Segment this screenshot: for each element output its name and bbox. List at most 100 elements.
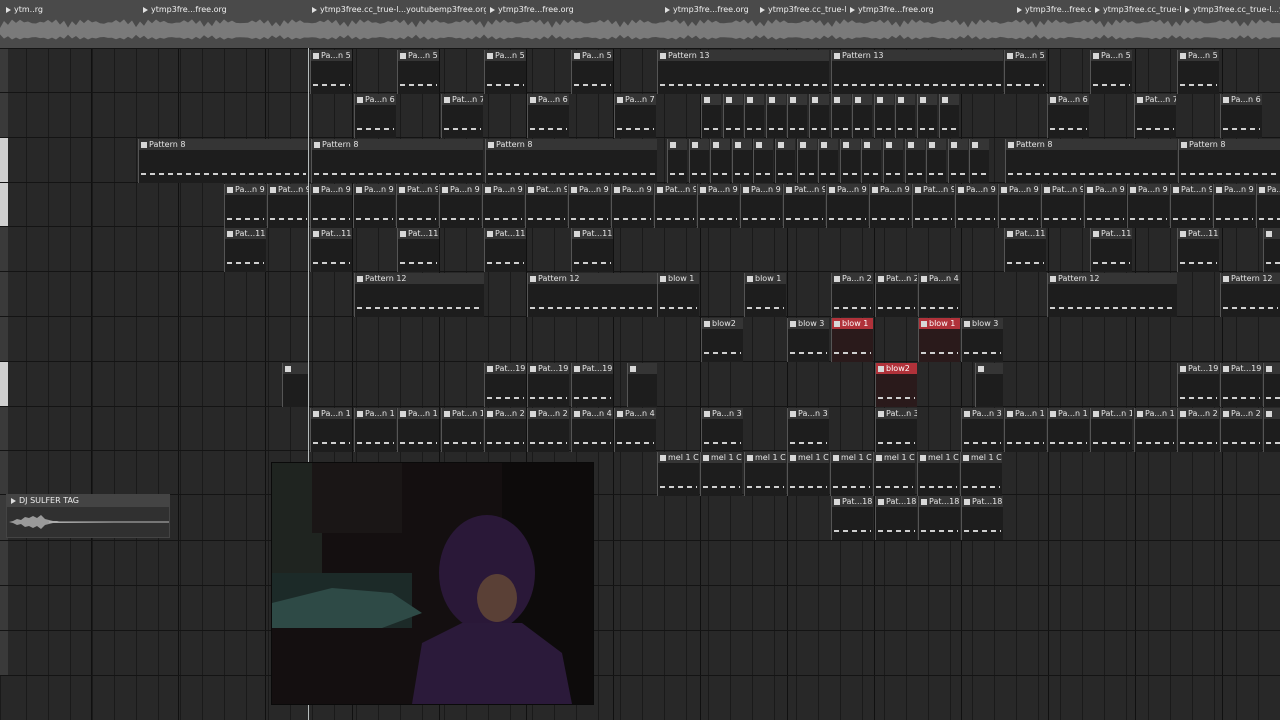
pattern-clip[interactable]	[766, 94, 786, 138]
pattern-clip[interactable]: Pa...n 2	[831, 273, 873, 317]
pattern-clip[interactable]	[282, 363, 308, 407]
pattern-clip[interactable]: Pat...18	[918, 496, 960, 540]
pattern-clip[interactable]: blow 3	[961, 318, 1003, 362]
pattern-clip[interactable]: Pat...11	[224, 228, 266, 272]
pattern-clip[interactable]: Pa...n 7	[614, 94, 656, 138]
pattern-clip[interactable]: Pat...n 3	[875, 408, 917, 452]
track-header-strip[interactable]	[0, 451, 8, 494]
pattern-clip[interactable]: blow2	[875, 363, 917, 407]
pattern-clip[interactable]	[852, 94, 872, 138]
pattern-clip[interactable]: Pat...19	[484, 363, 526, 407]
pattern-clip[interactable]: Pattern 8	[138, 139, 308, 183]
pattern-clip[interactable]	[1263, 228, 1280, 272]
pattern-clip[interactable]: Pattern 12	[1047, 273, 1177, 317]
pattern-clip[interactable]	[809, 94, 829, 138]
pattern-clip[interactable]: Pa...n 4	[918, 273, 960, 317]
pattern-clip[interactable]	[818, 139, 838, 183]
pattern-clip[interactable]: Pat...19	[571, 363, 613, 407]
playlist-area[interactable]: ytm..rg ytmp3fre...free.org ytmp3free.cc_t…	[0, 0, 1280, 720]
pattern-clip[interactable]	[753, 139, 773, 183]
pattern-clip[interactable]: Pa...n 9	[439, 184, 481, 228]
pattern-clip[interactable]: Pat...n 9	[396, 184, 438, 228]
pattern-clip[interactable]: Pa...n 1	[310, 408, 352, 452]
pattern-clip[interactable]: blow 1	[657, 273, 699, 317]
pattern-clip[interactable]	[797, 139, 817, 183]
pattern-clip[interactable]: Pattern 12	[354, 273, 484, 317]
pattern-clip[interactable]	[840, 139, 860, 183]
pattern-clip[interactable]: Pa...n 6	[354, 94, 396, 138]
pattern-clip[interactable]: Pa...n 2	[527, 408, 569, 452]
pattern-clip[interactable]: Pattern 8	[485, 139, 657, 183]
pattern-clip[interactable]: Pat...n 1	[441, 408, 483, 452]
pattern-clip[interactable]: Pattern 13	[657, 50, 829, 94]
audio-track-top[interactable]: ytm..rg ytmp3fre...free.org ytmp3free.cc_t…	[0, 0, 1280, 49]
pattern-clip[interactable]: Pa...n 5	[1090, 50, 1132, 94]
pattern-clip[interactable]	[701, 94, 721, 138]
pattern-clip[interactable]: Pa...n 9	[1213, 184, 1255, 228]
pattern-clip[interactable]: Pa...n 9	[869, 184, 911, 228]
track-header-strip[interactable]	[0, 183, 8, 226]
pattern-clip[interactable]	[948, 139, 968, 183]
pattern-clip[interactable]: Pa...n 3	[787, 408, 829, 452]
pattern-clip[interactable]: Pat...n 9	[654, 184, 696, 228]
pattern-clip[interactable]	[975, 363, 1003, 407]
pattern-clip[interactable]: Pa...n 1	[1134, 408, 1176, 452]
pattern-clip[interactable]	[667, 139, 687, 183]
pattern-clip[interactable]: mel 1 C	[744, 452, 786, 496]
track-header-strip[interactable]	[0, 93, 8, 137]
track-header-strip[interactable]	[0, 138, 8, 182]
pattern-clip[interactable]: Pat...11	[310, 228, 352, 272]
track-header-strip[interactable]	[0, 541, 8, 585]
pattern-clip[interactable]	[883, 139, 903, 183]
pattern-clip[interactable]: Pa...n 9	[697, 184, 739, 228]
pattern-clip[interactable]: Pat...18	[875, 496, 917, 540]
pattern-clip[interactable]: Pat...11	[1177, 228, 1219, 272]
pattern-clip[interactable]: Pattern 8	[311, 139, 483, 183]
pattern-clip[interactable]	[775, 139, 795, 183]
pattern-clip[interactable]: Pattern 8	[1178, 139, 1280, 183]
pattern-clip[interactable]: Pat...18	[961, 496, 1003, 540]
pattern-clip[interactable]: Pa...n 5	[1177, 50, 1219, 94]
pattern-clip[interactable]	[1263, 408, 1280, 452]
pattern-clip[interactable]: Pat...n 9	[912, 184, 954, 228]
pattern-clip[interactable]	[939, 94, 959, 138]
pattern-clip[interactable]: Pa...n 9	[955, 184, 997, 228]
pattern-clip[interactable]: mel 1 C	[787, 452, 829, 496]
pattern-clip[interactable]	[744, 94, 764, 138]
pattern-clip[interactable]: Pat...19	[527, 363, 569, 407]
pattern-clip[interactable]: Pattern 12	[527, 273, 657, 317]
track-header-strip[interactable]	[0, 631, 8, 675]
pattern-clip[interactable]: Pa...n 4	[571, 408, 613, 452]
pattern-clip[interactable]: blow 1	[918, 318, 960, 362]
pattern-clip[interactable]: mel 1 C	[873, 452, 915, 496]
pattern-clip[interactable]: mel 1 C	[960, 452, 1002, 496]
track-header-strip[interactable]	[0, 49, 8, 92]
track-header-strip[interactable]	[0, 407, 8, 450]
pattern-clip[interactable]: Pa...n 9	[353, 184, 395, 228]
pattern-clip[interactable]: Pa...n 4	[614, 408, 656, 452]
pattern-clip[interactable]	[895, 94, 915, 138]
pattern-clip[interactable]	[689, 139, 709, 183]
pattern-clip[interactable]	[905, 139, 925, 183]
pattern-clip[interactable]: Pat...11	[1004, 228, 1046, 272]
track-header-strip[interactable]	[0, 586, 8, 630]
pattern-clip[interactable]	[969, 139, 989, 183]
pattern-clip[interactable]: mel 1 C	[917, 452, 959, 496]
pattern-clip[interactable]: Pa...n 6	[1047, 94, 1089, 138]
pattern-clip[interactable]: Pa...n 5	[571, 50, 613, 94]
pattern-clip[interactable]: Pat...n 7	[441, 94, 483, 138]
track-header-strip[interactable]	[0, 362, 8, 406]
pattern-clip[interactable]: Pa...n 2	[1220, 408, 1262, 452]
pattern-clip[interactable]: Pat...n 7	[1134, 94, 1176, 138]
pattern-clip[interactable]: Pat...19	[1177, 363, 1219, 407]
pattern-clip[interactable]: Pa...n 5	[1004, 50, 1046, 94]
pattern-clip[interactable]: Pat...11	[484, 228, 526, 272]
pattern-clip[interactable]: Pat...n 9	[1041, 184, 1083, 228]
pattern-clip[interactable]: Pat...n 9	[1170, 184, 1212, 228]
pattern-clip[interactable]: Pat...11	[571, 228, 613, 272]
pattern-clip[interactable]: Pa...n 9	[740, 184, 782, 228]
pattern-clip[interactable]: Pa...n 9	[310, 184, 352, 228]
pattern-clip[interactable]: Pat...n 9	[783, 184, 825, 228]
pattern-clip[interactable]: Pa...n 9	[1256, 184, 1280, 228]
pattern-clip[interactable]: mel 1 C	[700, 452, 742, 496]
